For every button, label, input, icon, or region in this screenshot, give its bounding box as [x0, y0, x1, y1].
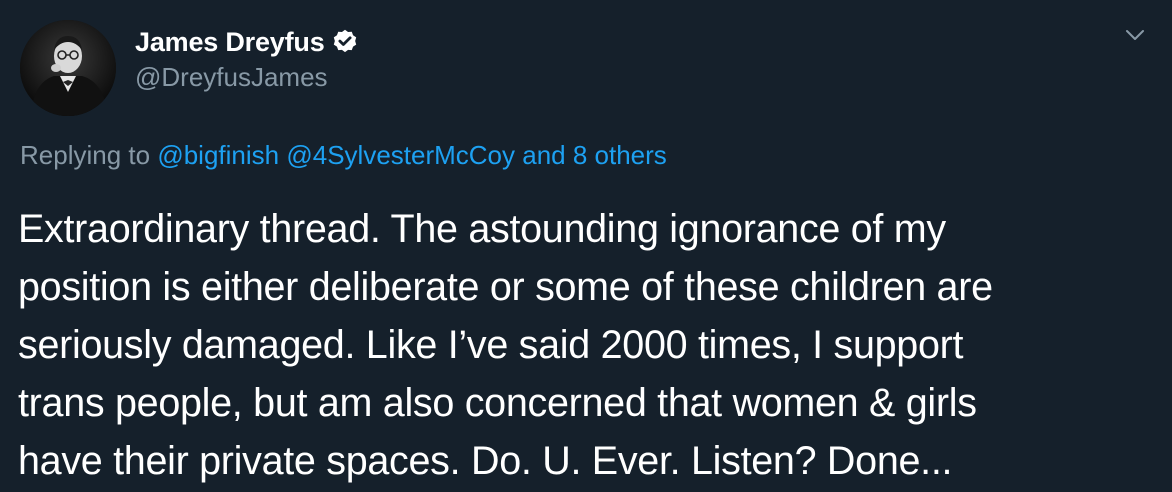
avatar[interactable] [20, 20, 116, 116]
author-display-name[interactable]: James Dreyfus [135, 27, 325, 58]
verified-badge-icon [331, 28, 359, 56]
tweet-text-line: Extraordinary thread. The astounding ign… [18, 207, 946, 251]
replying-to: Replying to @bigfinish @4SylvesterMcCoy … [20, 140, 667, 171]
tweet-text-line: trans people, but am also concerned that… [18, 381, 977, 425]
replying-to-label: Replying to [20, 140, 151, 170]
tweet: James Dreyfus @DreyfusJames Replying to … [0, 0, 1172, 492]
others-link[interactable]: and 8 others [522, 140, 667, 170]
tweet-text: Extraordinary thread. The astounding ign… [18, 200, 1158, 490]
tweet-text-line: position is either deliberate or some of… [18, 265, 993, 309]
mention-link[interactable]: @bigfinish [157, 140, 279, 170]
author-handle[interactable]: @DreyfusJames [135, 62, 328, 93]
mention-link[interactable]: @4SylvesterMcCoy [286, 140, 515, 170]
author-name-row: James Dreyfus [135, 24, 359, 60]
tweet-text-line: seriously damaged. Like I’ve said 2000 t… [18, 323, 964, 367]
chevron-down-icon[interactable] [1122, 22, 1148, 48]
tweet-text-line: have their private spaces. Do. U. Ever. … [18, 439, 953, 483]
